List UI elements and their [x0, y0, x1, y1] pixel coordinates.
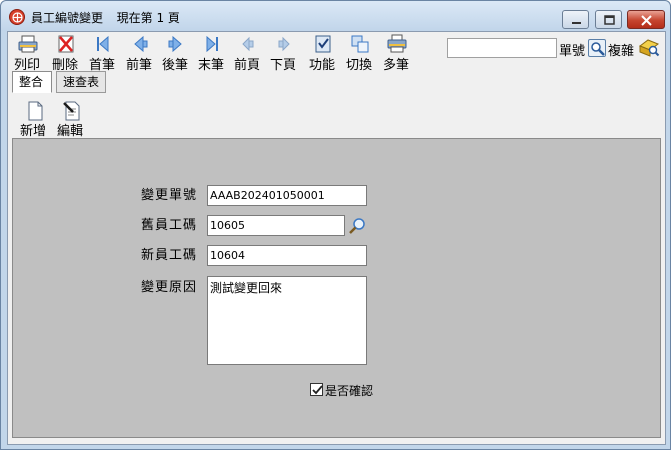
add-button[interactable]: 新增: [15, 101, 51, 139]
tab-quick-lookup[interactable]: 速查表: [56, 71, 106, 93]
search-type-label: 單號: [559, 44, 586, 59]
delete-icon: [58, 35, 74, 53]
printer-icon: [18, 35, 38, 53]
title-bar[interactable]: 員工編號變更 現在第 1 頁: [1, 1, 670, 31]
first-record-icon: [97, 35, 109, 53]
window-title: 員工編號變更: [31, 11, 104, 25]
checkmark-icon: [312, 385, 323, 395]
lookup-magnifier-icon[interactable]: [347, 216, 367, 236]
close-button[interactable]: [627, 10, 665, 29]
new-employee-code-label: 新員工碼: [141, 248, 198, 263]
multi-record-button[interactable]: 多筆: [378, 33, 414, 73]
complex-search-icon[interactable]: [638, 36, 660, 58]
minimize-button[interactable]: [562, 10, 589, 29]
next-page-icon: [278, 36, 290, 52]
record-search-input[interactable]: [447, 38, 557, 58]
previous-page-icon: [242, 36, 254, 52]
new-document-icon: [28, 101, 43, 121]
last-record-icon: [206, 35, 218, 53]
edit-button[interactable]: 編輯: [52, 101, 88, 139]
change-no-label: 變更單號: [141, 188, 198, 203]
confirm-label: 是否確認: [325, 384, 374, 398]
application-window: 員工編號變更 現在第 1 頁 列印 刪除 首筆 前筆 後筆 末筆 前頁 下頁 功…: [0, 0, 671, 450]
switch-icon: [351, 35, 369, 53]
multi-record-icon: [387, 34, 407, 53]
form-panel: 變更單號 AAAB202401050001 舊員工碼 10605 新員工碼 10…: [12, 138, 661, 438]
client-area: 列印 刪除 首筆 前筆 後筆 末筆 前頁 下頁 功能 切換 多筆 單號 複雜 整…: [7, 31, 666, 445]
complex-search-label: 複雜: [608, 44, 635, 59]
maximize-button[interactable]: [595, 10, 622, 29]
old-employee-code-field[interactable]: 10605: [207, 215, 345, 236]
change-reason-label: 變更原因: [141, 280, 198, 295]
function-icon: [315, 35, 331, 53]
page-status: 現在第 1 頁: [116, 11, 180, 25]
previous-record-icon: [134, 35, 148, 53]
tab-integrated[interactable]: 整合: [12, 71, 52, 93]
multi-record-label: 多筆: [382, 58, 409, 73]
next-page-button[interactable]: 下頁: [265, 33, 301, 73]
old-employee-code-label: 舊員工碼: [141, 218, 198, 233]
next-record-icon: [168, 35, 182, 53]
change-no-field[interactable]: AAAB202401050001: [207, 185, 367, 206]
confirm-checkbox[interactable]: [310, 383, 323, 396]
search-icon: [591, 42, 605, 56]
new-employee-code-field[interactable]: 10604: [207, 245, 367, 266]
edit-label: 編輯: [56, 124, 83, 139]
edit-document-icon: [63, 101, 80, 121]
app-logo-icon: [9, 9, 25, 25]
change-reason-textarea[interactable]: 測試變更回來: [207, 276, 367, 365]
print-button[interactable]: 列印: [9, 33, 45, 73]
search-button[interactable]: [588, 39, 606, 57]
